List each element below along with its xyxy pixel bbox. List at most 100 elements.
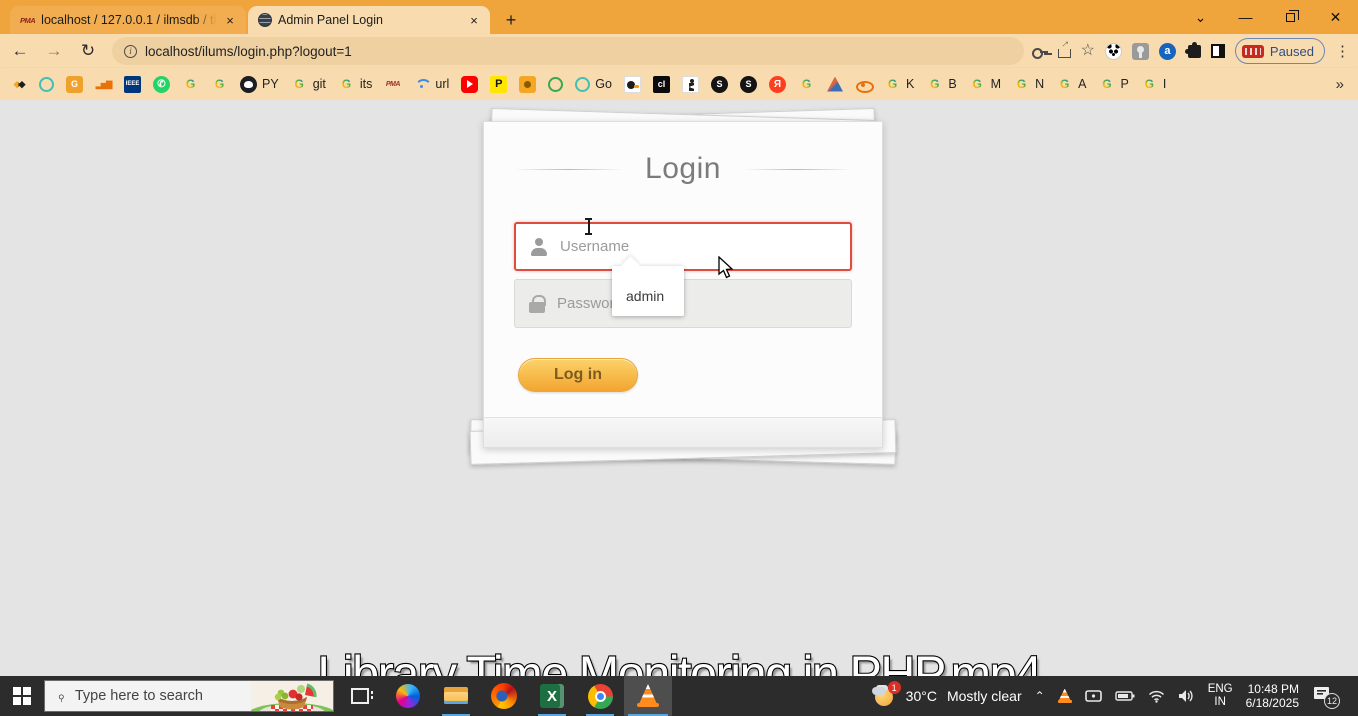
bookmark-item[interactable]: url: [413, 76, 449, 93]
tab-close-icon[interactable]: ×: [222, 12, 238, 28]
taskbar-app-chrome[interactable]: [576, 676, 624, 716]
bookmark-item[interactable]: [548, 76, 564, 92]
taskbar-app-task-view[interactable]: [336, 676, 384, 716]
username-field[interactable]: [514, 222, 852, 271]
bookmark-label: PY: [262, 77, 279, 91]
share-icon[interactable]: [1057, 49, 1071, 58]
bookmark-item[interactable]: G: [211, 76, 228, 93]
site-info-icon[interactable]: i: [124, 44, 137, 58]
action-center-icon[interactable]: 12: [1312, 685, 1340, 709]
person-extension-icon[interactable]: [1131, 42, 1149, 60]
bookmark-item[interactable]: cl: [652, 75, 670, 93]
bookmark-item[interactable]: GN: [1013, 76, 1044, 93]
profile-chip[interactable]: Paused: [1234, 38, 1325, 64]
taskbar-app-vlc[interactable]: [624, 676, 672, 716]
bookmark-item[interactable]: [681, 75, 699, 93]
battery-tray-icon[interactable]: [1114, 690, 1135, 702]
bookmark-item[interactable]: [519, 75, 537, 93]
taskbar-app-firefox[interactable]: [480, 676, 528, 716]
password-input[interactable]: [557, 295, 837, 312]
bookmark-item[interactable]: [461, 75, 479, 93]
extensions-puzzle-icon[interactable]: [1184, 41, 1201, 58]
start-button[interactable]: [0, 676, 44, 716]
taskbar-app-excel[interactable]: X: [528, 676, 576, 716]
username-input[interactable]: [560, 238, 836, 255]
google-icon: G: [182, 76, 199, 93]
bookmark-item[interactable]: [623, 75, 641, 93]
bookmarks-overflow-icon[interactable]: »: [1332, 76, 1348, 93]
browser-menu-icon[interactable]: ⋮: [1335, 42, 1350, 60]
bookmark-item[interactable]: GA: [1056, 76, 1087, 93]
window-minimize-icon[interactable]: —: [1223, 0, 1268, 34]
firefox-icon: [491, 683, 517, 709]
bookmark-item[interactable]: [855, 76, 874, 93]
panda-extension-icon[interactable]: [1104, 42, 1122, 60]
bookmark-item[interactable]: G: [182, 76, 199, 93]
browser-tab-strip: PMA localhost / 127.0.0.1 / ilmsdb / tb …: [0, 0, 1358, 34]
bookmark-item[interactable]: Я: [768, 75, 786, 93]
language-indicator[interactable]: ENG IN: [1208, 683, 1233, 709]
a-extension-icon[interactable]: a: [1158, 42, 1176, 60]
new-tab-button[interactable]: +: [500, 9, 522, 31]
task-view-icon: [351, 688, 373, 704]
bookmark-item[interactable]: S: [739, 75, 757, 93]
forward-icon[interactable]: →: [40, 37, 68, 65]
display-tray-icon[interactable]: [1084, 689, 1102, 704]
bookmark-item[interactable]: [153, 75, 170, 93]
system-tray: 1 30°C Mostly clear ⌃ ENG IN 10:48 PM 6/…: [871, 676, 1358, 716]
hidden-icons-chevron-icon[interactable]: ⌃: [1035, 689, 1045, 703]
bookmark-item[interactable]: Gits: [338, 76, 373, 93]
window-close-icon[interactable]: ✕: [1313, 0, 1358, 34]
bookmark-item[interactable]: Go: [575, 76, 612, 92]
vlc-tray-icon[interactable]: [1057, 689, 1072, 704]
bookmark-item[interactable]: [10, 76, 27, 93]
bookmark-item[interactable]: S: [710, 75, 728, 93]
taskbar-search[interactable]: Type here to search: [44, 680, 334, 712]
bookmark-item[interactable]: G: [66, 75, 83, 93]
clock[interactable]: 10:48 PM 6/18/2025: [1246, 682, 1299, 710]
side-panel-icon[interactable]: [1210, 44, 1225, 58]
bookmark-item[interactable]: [95, 76, 112, 93]
bookmark-item[interactable]: GB: [926, 76, 957, 93]
google-icon: G: [291, 76, 308, 93]
bookmark-item[interactable]: [826, 76, 843, 92]
bookmark-item[interactable]: PY: [240, 75, 279, 93]
taskbar-apps: X: [336, 676, 672, 716]
tab-phpmyadmin[interactable]: PMA localhost / 127.0.0.1 / ilmsdb / tb …: [10, 6, 246, 34]
reload-icon[interactable]: ↻: [74, 37, 102, 65]
bar-chart-icon: [95, 76, 112, 93]
login-button[interactable]: Log in: [518, 358, 638, 392]
weather-widget[interactable]: 1 30°C Mostly clear: [871, 681, 1022, 708]
window-chevron-icon[interactable]: ⌄: [1178, 0, 1223, 34]
region-code: IN: [1214, 696, 1226, 708]
bookmark-item[interactable]: PMA: [384, 76, 401, 93]
cl-black-icon: cl: [652, 75, 670, 93]
bookmark-item[interactable]: GI: [1141, 76, 1167, 93]
globe-favicon-icon: [258, 13, 272, 27]
volume-tray-icon[interactable]: [1178, 689, 1195, 703]
bookmark-item[interactable]: [39, 76, 54, 92]
window-restore-icon[interactable]: [1268, 0, 1313, 34]
wifi-tray-icon[interactable]: [1148, 690, 1165, 703]
taskbar-app-file-explorer[interactable]: [432, 676, 480, 716]
password-key-icon[interactable]: [1031, 43, 1048, 59]
autofill-suggestion[interactable]: admin: [626, 288, 664, 304]
url-text[interactable]: localhost/ilums/login.php?logout=1: [145, 44, 352, 59]
bookmark-star-icon[interactable]: ☆: [1081, 43, 1095, 59]
bookmark-item[interactable]: GM: [969, 76, 1002, 93]
back-icon[interactable]: ←: [6, 37, 34, 65]
windows-logo-icon: [13, 687, 31, 705]
tab-admin-panel-login[interactable]: Admin Panel Login ×: [248, 6, 490, 34]
google-icon: G: [1056, 76, 1073, 93]
search-highlight-image[interactable]: [251, 681, 333, 712]
bookmark-item[interactable]: G: [798, 76, 815, 93]
bookmark-item[interactable]: IEEE: [124, 75, 141, 93]
bookmark-item[interactable]: Ggit: [291, 76, 326, 93]
address-bar[interactable]: i localhost/ilums/login.php?logout=1: [112, 37, 1024, 65]
teal-swirl-icon: [39, 76, 54, 92]
bookmark-item[interactable]: P: [490, 75, 508, 93]
taskbar-app-copilot[interactable]: [384, 676, 432, 716]
bookmark-item[interactable]: GK: [884, 76, 915, 93]
tab-close-icon[interactable]: ×: [466, 12, 482, 28]
bookmark-item[interactable]: GP: [1098, 76, 1129, 93]
